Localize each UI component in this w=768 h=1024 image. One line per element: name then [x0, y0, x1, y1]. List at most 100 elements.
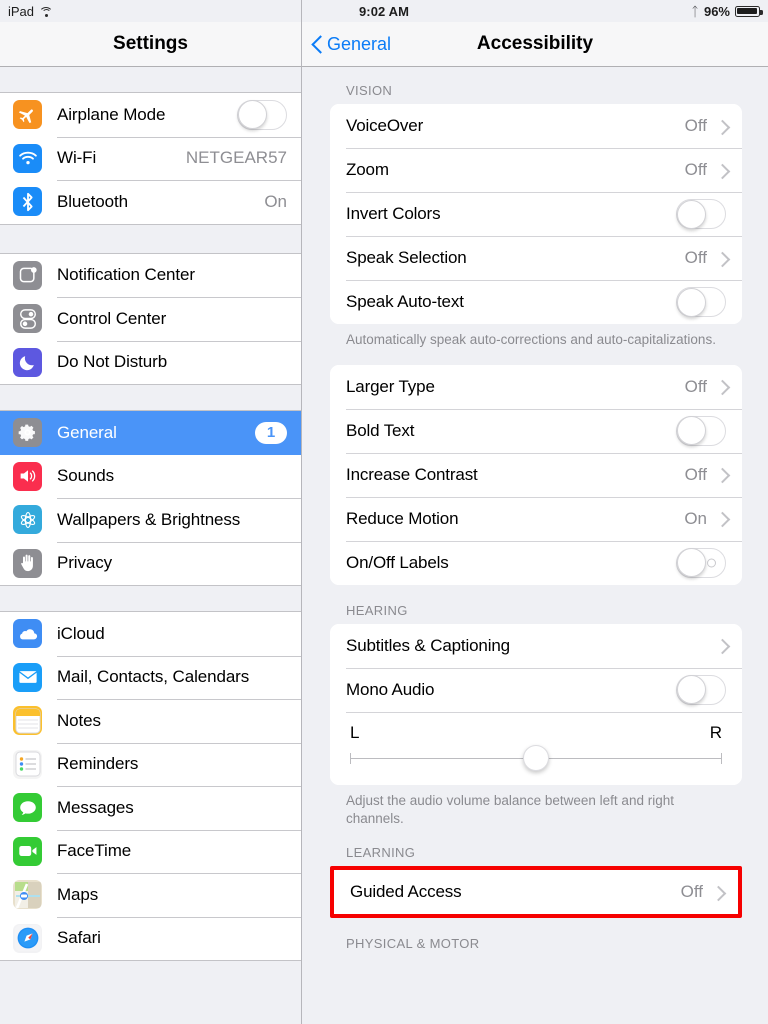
settings-row-invert-colors[interactable]: Invert Colors	[330, 192, 742, 236]
sidebar-navbar: Settings	[0, 22, 301, 67]
settings-row-label: Speak Auto-text	[346, 292, 464, 311]
settings-row-subtitles-captioning[interactable]: Subtitles & Captioning	[330, 623, 742, 668]
settings-row-bold-text[interactable]: Bold Text	[330, 408, 742, 453]
sidebar-item-sounds[interactable]: Sounds	[0, 454, 301, 498]
sidebar-item-mail-contacts-calendars[interactable]: Mail, Contacts, Calendars	[0, 655, 301, 699]
sidebar-item-airplane-mode[interactable]: Airplane Mode	[0, 93, 301, 137]
toggle-speak-auto-text[interactable]	[676, 287, 726, 317]
sidebar-item-safari[interactable]: Safari	[0, 916, 301, 960]
sidebar-item-messages[interactable]: Messages	[0, 786, 301, 830]
chevron-right-icon	[717, 119, 726, 134]
toggle-knob	[676, 199, 706, 229]
bluetooth-icon: ᛏ	[691, 3, 699, 19]
settings-row-value: Off	[684, 376, 707, 396]
sidebar-item-do-not-disturb[interactable]: Do Not Disturb	[0, 340, 301, 384]
sidebar-item-facetime[interactable]: FaceTime	[0, 829, 301, 873]
slider-right-label: R	[709, 722, 722, 742]
detail-navbar: General Accessibility	[302, 22, 768, 67]
sidebar-item-label: Reminders	[57, 754, 139, 774]
settings-row-guided-access[interactable]: Guided Access Off	[334, 870, 738, 915]
sidebar-item-label: FaceTime	[57, 841, 132, 861]
sidebar-item-general[interactable]: General 1	[0, 411, 301, 455]
toggle-on-off-labels[interactable]	[676, 547, 726, 578]
sidebar-item-value: NETGEAR57	[185, 148, 287, 168]
sidebar-item-reminders[interactable]: Reminders	[0, 742, 301, 786]
settings-row-value: On	[684, 508, 707, 528]
sidebar-scroll-area[interactable]: Airplane Mode Wi-Fi NETGEAR57 Bluetooth On No…	[0, 67, 301, 1024]
sidebar-group-gap	[0, 224, 301, 253]
settings-card: Guided Access Off	[334, 870, 738, 915]
toggle-knob	[676, 548, 706, 578]
status-bar: iPad 9:02 AM ᛏ 96%	[0, 0, 768, 22]
accessibility-detail-pane: General Accessibility VISION VoiceOver Off…	[302, 0, 768, 1024]
settings-row-label: Zoom	[346, 160, 389, 179]
settings-row-voiceover[interactable]: VoiceOver Off	[330, 104, 742, 148]
sidebar-item-control-center[interactable]: Control Center	[0, 297, 301, 341]
flower-icon	[13, 505, 42, 535]
reminders-icon	[13, 749, 42, 779]
bluetooth-icon	[13, 187, 42, 217]
slider-cap-right	[721, 752, 722, 764]
settings-row-reduce-motion[interactable]: Reduce Motion On	[330, 496, 742, 541]
detail-scroll-area[interactable]: VISION VoiceOver Off Zoom Off Invert Colors Sp…	[302, 67, 768, 1024]
safari-icon	[13, 923, 42, 953]
settings-row-speak-auto-text[interactable]: Speak Auto-text	[330, 280, 742, 324]
sidebar-item-maps[interactable]: Maps	[0, 873, 301, 917]
sidebar-item-wallpapers-brightness[interactable]: Wallpapers & Brightness	[0, 498, 301, 542]
icloud-icon	[13, 619, 42, 649]
sidebar-item-icloud[interactable]: iCloud	[0, 612, 301, 656]
toggle-invert-colors[interactable]	[676, 199, 726, 229]
volume-balance-slider[interactable]	[350, 744, 722, 771]
settings-row-mono-audio[interactable]: Mono Audio	[330, 667, 742, 712]
settings-row-increase-contrast[interactable]: Increase Contrast Off	[330, 452, 742, 497]
sidebar-item-label: Notification Center	[57, 265, 195, 285]
sidebar-item-label: Notes	[57, 710, 101, 730]
settings-row-label: Increase Contrast	[346, 464, 478, 484]
settings-row-on-off-labels[interactable]: On/Off Labels	[330, 540, 742, 585]
airplane-icon	[13, 100, 42, 130]
settings-row-label: Speak Selection	[346, 248, 467, 267]
section-header: HEARING	[346, 602, 408, 618]
settings-row-label: Larger Type	[346, 376, 435, 396]
sidebar-group: Airplane Mode Wi-Fi NETGEAR57 Bluetooth On	[0, 92, 301, 225]
chevron-right-icon	[717, 379, 726, 394]
settings-row-value: Off	[684, 248, 707, 267]
back-button[interactable]: General	[312, 34, 391, 55]
speaker-icon	[13, 461, 42, 491]
sidebar-item-label: Bluetooth	[57, 191, 128, 211]
sidebar-item-bluetooth[interactable]: Bluetooth On	[0, 180, 301, 224]
sidebar-item-privacy[interactable]: Privacy	[0, 541, 301, 585]
sidebar-group-gap	[0, 385, 301, 410]
sidebar-item-notes[interactable]: Notes	[0, 699, 301, 743]
settings-row-zoom[interactable]: Zoom Off	[330, 148, 742, 192]
sidebar-item-label: iCloud	[57, 623, 105, 643]
slider-knob[interactable]	[523, 744, 549, 771]
settings-card: VoiceOver Off Zoom Off Invert Colors Speak Se…	[330, 104, 742, 324]
settings-card: Subtitles & Captioning Mono Audio L R	[330, 623, 742, 785]
chevron-right-icon	[713, 885, 722, 900]
chevron-right-icon	[717, 638, 726, 653]
airplane-mode-toggle[interactable]	[237, 99, 287, 130]
settings-row-larger-type[interactable]: Larger Type Off	[330, 364, 742, 409]
sidebar-group: Notification Center Control Center Do Not …	[0, 252, 301, 385]
sidebar-item-notification-center[interactable]: Notification Center	[0, 253, 301, 297]
settings-row-label: VoiceOver	[346, 116, 424, 135]
sidebar-item-label: Sounds	[57, 466, 115, 486]
toggle-knob	[676, 287, 706, 317]
sidebar-title: Settings	[113, 33, 188, 54]
sidebar-item-wi-fi[interactable]: Wi-Fi NETGEAR57	[0, 136, 301, 180]
section-header: LEARNING	[346, 845, 416, 861]
settings-row-label: Mono Audio	[346, 679, 435, 699]
toggle-bold-text[interactable]	[676, 415, 726, 446]
toggle-off-label-icon	[707, 558, 716, 568]
chevron-right-icon	[717, 467, 726, 482]
toggle-knob	[676, 675, 706, 705]
settings-row-value: Off	[684, 464, 707, 484]
settings-row-value: Off	[680, 882, 703, 902]
chevron-right-icon	[717, 163, 726, 178]
gear-icon	[13, 418, 42, 448]
toggle-mono-audio[interactable]	[676, 674, 726, 705]
guided-access-highlight-box: Guided Access Off	[330, 866, 742, 919]
settings-row-speak-selection[interactable]: Speak Selection Off	[330, 236, 742, 280]
